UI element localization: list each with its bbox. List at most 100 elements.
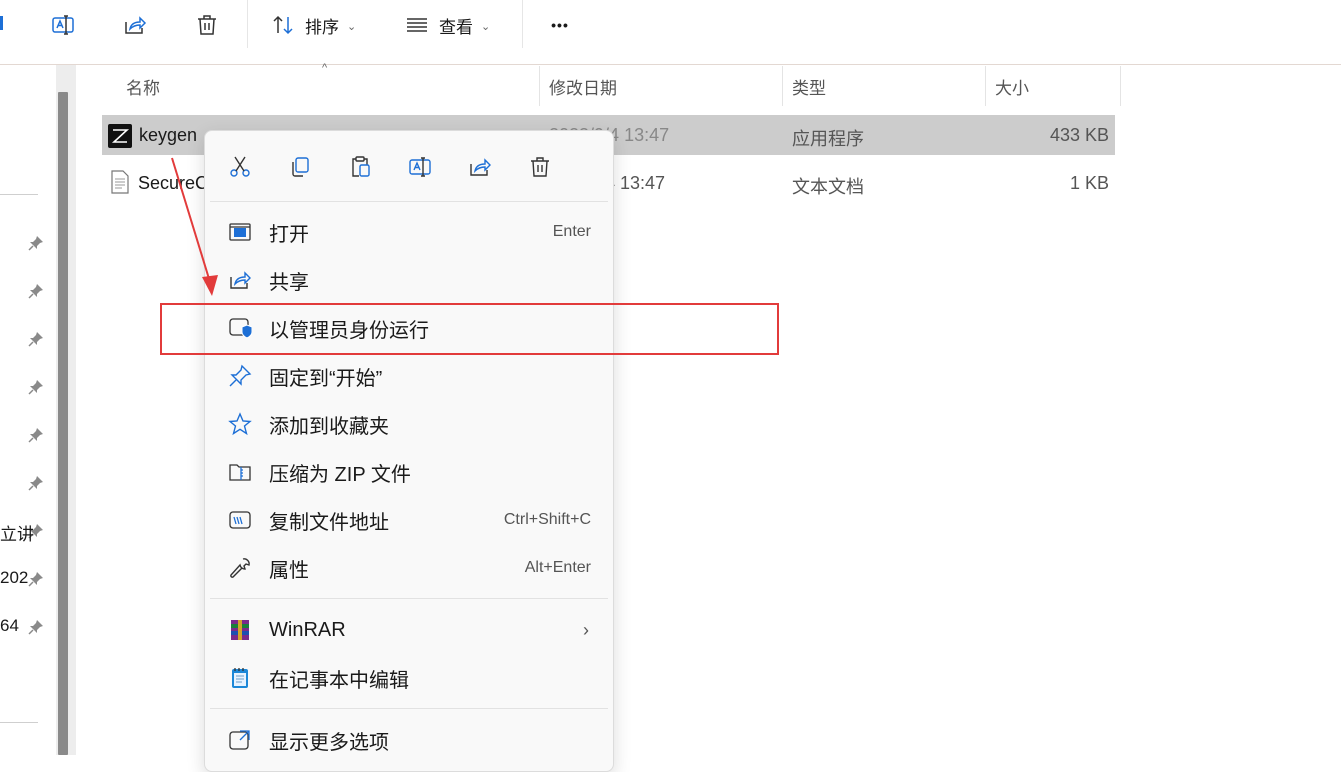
copy-path-icon: [227, 507, 253, 533]
toolbar-separator: [247, 0, 248, 48]
menu-item-properties[interactable]: 属性 Alt+Enter: [205, 545, 613, 591]
menu-item-label: 打开: [269, 223, 309, 246]
column-header-modified[interactable]: 修改日期: [549, 66, 617, 106]
sort-label: 排序: [305, 17, 339, 37]
menu-item-open[interactable]: 打开 Enter: [205, 209, 613, 255]
sort-button[interactable]: 排序 ⌄: [271, 10, 371, 40]
nav-scrollbar-thumb[interactable]: [58, 92, 68, 755]
menu-separator: [210, 708, 608, 709]
cut-button[interactable]: [226, 153, 254, 181]
paste-icon: [352, 156, 370, 177]
column-divider[interactable]: [985, 66, 986, 106]
menu-item-pin-to-start[interactable]: 固定到“开始”: [205, 353, 613, 399]
menu-item-label: 添加到收藏夹: [269, 415, 389, 438]
rename-icon: [52, 15, 74, 35]
copy-icon: [292, 157, 309, 177]
annotation-highlight-box: [160, 303, 779, 355]
column-divider[interactable]: [782, 66, 783, 106]
column-header-size[interactable]: 大小: [995, 66, 1029, 106]
nav-divider: [0, 194, 38, 195]
delete-button[interactable]: [526, 153, 554, 181]
menu-item-label: 复制文件地址: [269, 511, 389, 534]
quick-actions-row: [205, 131, 613, 201]
column-header-name[interactable]: 名称: [126, 66, 160, 106]
menu-separator: [210, 201, 608, 202]
delete-button[interactable]: [193, 10, 221, 40]
rename-button[interactable]: [406, 153, 434, 181]
pin-icon: [27, 282, 45, 300]
zip-folder-icon: [227, 459, 253, 485]
sort-ascending-indicator: ^: [322, 62, 328, 74]
nav-item-fragment[interactable]: 202: [0, 568, 28, 588]
trash-icon: [198, 15, 216, 35]
menu-item-add-favorites[interactable]: 添加到收藏夹: [205, 401, 613, 447]
sort-icon: [273, 15, 293, 35]
open-icon: [227, 219, 253, 245]
menu-item-shortcut: Alt+Enter: [524, 559, 591, 576]
pin-icon: [27, 618, 45, 636]
menu-item-label: 共享: [269, 271, 309, 294]
pin-icon: [27, 330, 45, 348]
annotation-arrow: [171, 157, 218, 296]
menu-item-winrar[interactable]: WinRAR ›: [205, 607, 613, 653]
pin-icon: [27, 378, 45, 396]
column-header-type[interactable]: 类型: [792, 66, 826, 106]
rename-icon: [409, 157, 431, 177]
share-button[interactable]: [466, 153, 494, 181]
context-menu: 打开 Enter 共享 以管理员身份运行 固定到“开始” 添加到收藏夹 压缩为 …: [204, 130, 614, 772]
chevron-down-icon: ⌄: [481, 20, 491, 33]
menu-item-compress-zip[interactable]: 压缩为 ZIP 文件: [205, 449, 613, 495]
nav-item-fragment[interactable]: 64: [0, 616, 19, 636]
file-type: 文本文档: [792, 177, 864, 197]
menu-item-label: 属性: [269, 559, 309, 582]
share-icon: [125, 16, 147, 34]
list-view-icon: [407, 18, 427, 32]
wrench-icon: [227, 555, 253, 581]
file-type: 应用程序: [792, 129, 864, 149]
pin-icon: [27, 234, 45, 252]
menu-item-label: 固定到“开始”: [269, 367, 383, 390]
nav-divider: [0, 722, 38, 723]
chevron-down-icon: ⌄: [347, 20, 357, 33]
menu-item-label: 在记事本中编辑: [269, 669, 409, 692]
paste-button[interactable]: [346, 153, 374, 181]
trash-icon: [531, 157, 549, 177]
text-doc-icon: [110, 170, 130, 194]
cut-icon: [230, 156, 250, 177]
column-divider[interactable]: [1120, 66, 1121, 106]
file-size: 1 KB: [1069, 173, 1109, 193]
menu-separator: [210, 598, 608, 599]
share-icon: [470, 158, 491, 176]
star-icon: [227, 411, 253, 437]
view-button[interactable]: 查看 ⌄: [405, 10, 505, 40]
app-icon: [108, 124, 132, 148]
menu-item-label: WinRAR: [269, 618, 346, 641]
menu-item-shortcut: Ctrl+Shift+C: [503, 511, 591, 528]
nav-item-fragment[interactable]: 立讲: [0, 520, 34, 545]
pin-icon: [27, 474, 45, 492]
menu-item-share[interactable]: 共享: [205, 257, 613, 303]
toolbar-separator: [522, 0, 523, 48]
pin-icon: [27, 426, 45, 444]
navigation-pane: [0, 65, 56, 755]
notepad-icon: [227, 665, 253, 691]
menu-item-label: 显示更多选项: [269, 731, 389, 754]
pin-icon: [27, 570, 45, 588]
menu-item-copy-path[interactable]: 复制文件地址 Ctrl+Shift+C: [205, 497, 613, 543]
file-name[interactable]: SecureC: [138, 173, 208, 194]
chevron-right-icon: ›: [583, 619, 589, 640]
menu-item-edit-notepad[interactable]: 在记事本中编辑: [205, 655, 613, 701]
menu-item-show-more[interactable]: 显示更多选项: [205, 717, 613, 763]
file-name[interactable]: keygen: [139, 125, 197, 146]
active-indicator: [0, 16, 3, 30]
more-button[interactable]: •••: [543, 10, 577, 40]
menu-item-shortcut: Enter: [552, 223, 591, 240]
command-bar: 排序 ⌄ 查看 ⌄ •••: [0, 0, 1341, 65]
pin-icon: [227, 363, 253, 389]
rename-button[interactable]: [48, 10, 78, 40]
copy-button[interactable]: [286, 153, 314, 181]
more-options-icon: [227, 727, 253, 753]
column-divider[interactable]: [539, 66, 540, 106]
winrar-icon: [227, 617, 253, 643]
share-button[interactable]: [120, 10, 150, 40]
